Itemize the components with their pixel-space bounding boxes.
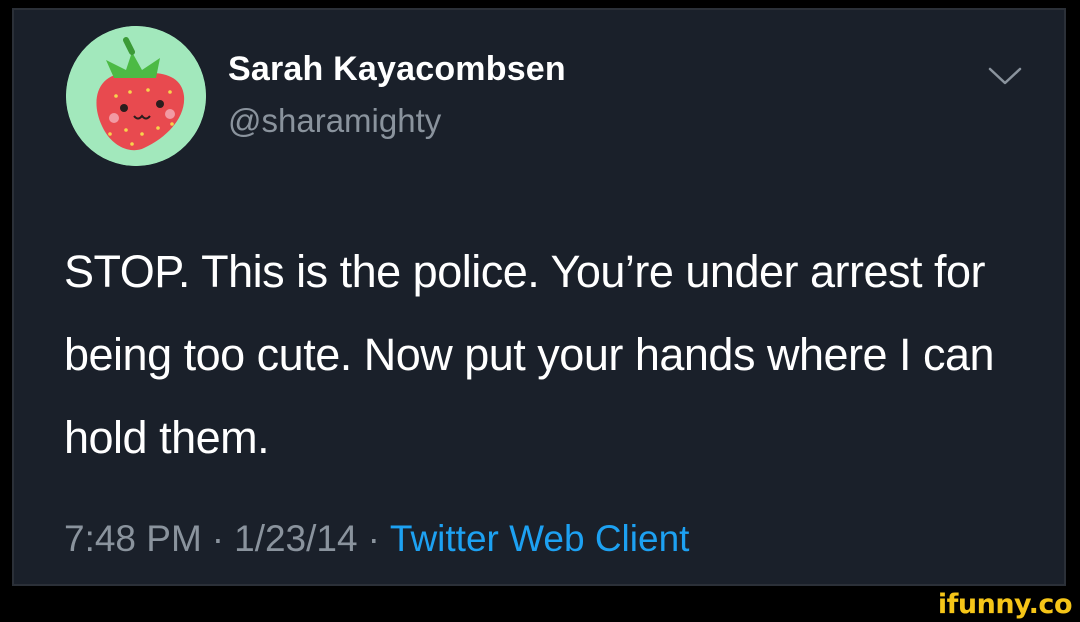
tweet-card: Sarah Kayacombsen @sharamighty STOP. Thi… bbox=[12, 8, 1066, 586]
tweet-menu-button[interactable] bbox=[986, 62, 1024, 90]
user-handle[interactable]: @sharamighty bbox=[228, 102, 441, 140]
chevron-down-icon bbox=[988, 67, 1022, 85]
separator: · bbox=[211, 518, 225, 559]
strawberry-icon bbox=[66, 26, 206, 166]
tweet-date[interactable]: 1/23/14 bbox=[234, 518, 357, 559]
separator: · bbox=[367, 518, 380, 559]
tweet-metadata: 7:48 PM · 1/23/14 · Twitter Web Client bbox=[64, 518, 689, 560]
display-name[interactable]: Sarah Kayacombsen bbox=[228, 50, 566, 89]
tweet-client-link[interactable]: Twitter Web Client bbox=[390, 518, 690, 559]
watermark: ifunny.co bbox=[937, 589, 1073, 620]
tweet-text: STOP. This is the police. You’re under a… bbox=[64, 246, 995, 463]
tweet-time[interactable]: 7:48 PM bbox=[64, 518, 202, 559]
avatar[interactable] bbox=[66, 26, 206, 166]
